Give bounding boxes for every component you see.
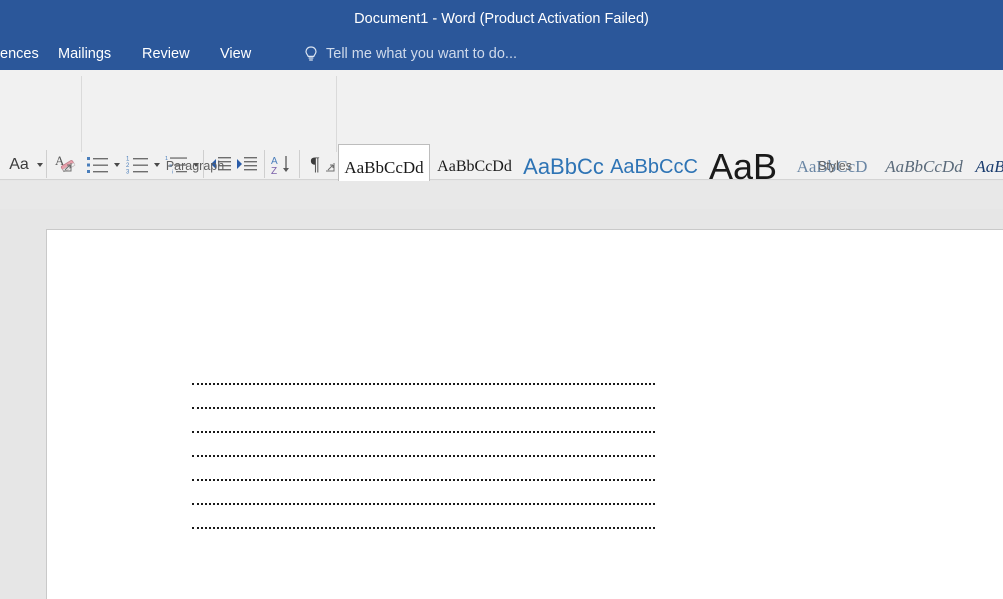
font-group-divider <box>46 150 47 178</box>
word-window: Document1 - Word (Product Activation Fai… <box>0 0 1003 599</box>
tab-leader-line[interactable] <box>192 503 655 505</box>
tab-leader-line[interactable] <box>192 455 655 457</box>
ribbon: Aa A ab A <box>0 70 1003 220</box>
ribbon-tab-strip: ences Mailings Review View Tell me what you … <box>0 38 1003 70</box>
paragraph-divider-3 <box>299 150 300 178</box>
bullets-button[interactable] <box>85 152 111 178</box>
show-hide-marks-button[interactable]: ¶ <box>303 152 327 178</box>
change-case-dropdown-icon[interactable] <box>37 163 43 167</box>
dialog-launcher-icon <box>63 163 72 172</box>
ribbon-tab-review[interactable]: Review <box>142 38 190 70</box>
styles-group-label: Styles <box>817 159 853 173</box>
tab-leader-line[interactable] <box>192 527 655 529</box>
tab-leader-line[interactable] <box>192 479 655 481</box>
tab-leader-line[interactable] <box>192 383 655 385</box>
ribbon-tab-mailings[interactable]: Mailings <box>58 38 111 70</box>
pilcrow-icon: ¶ <box>310 154 320 175</box>
tab-leader-line[interactable] <box>192 431 655 433</box>
change-case-button[interactable]: Aa <box>4 152 34 178</box>
paragraph-dialog-launcher[interactable] <box>325 161 337 173</box>
ruler[interactable]: 3211234567891011121314151617 <box>0 181 1003 389</box>
font-dialog-launcher[interactable] <box>62 161 74 173</box>
paragraph-group-label: Paragraph <box>165 159 225 173</box>
document-canvas[interactable] <box>0 209 1003 599</box>
change-case-label: Aa <box>9 156 29 173</box>
bullet-list-icon <box>87 157 108 173</box>
dialog-launcher-icon <box>326 163 335 172</box>
ribbon-tab-view[interactable]: View <box>220 38 251 70</box>
group-divider-font-paragraph <box>81 76 82 152</box>
tab-leader-line[interactable] <box>192 407 655 409</box>
document-page[interactable] <box>46 229 1003 599</box>
tell-me-search[interactable]: Tell me what you want to do... <box>326 38 517 70</box>
lightbulb-icon <box>305 46 317 61</box>
group-divider-paragraph-styles <box>336 76 337 152</box>
title-bar: Document1 - Word (Product Activation Fai… <box>0 0 1003 38</box>
window-title: Document1 - Word (Product Activation Fai… <box>354 11 649 27</box>
ribbon-tab-ences[interactable]: ences <box>0 38 39 70</box>
